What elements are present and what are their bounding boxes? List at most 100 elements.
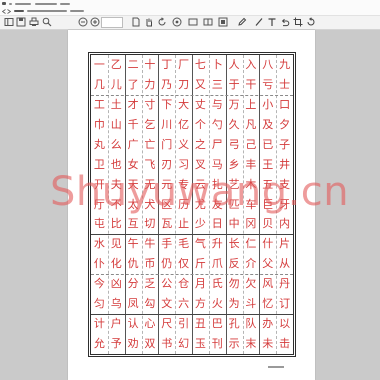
- document-viewer[interactable]: 一乙二十丁厂七卜人入八九几儿了力乃刀又三于干亏士工土才寸下大丈与万上小口巾山千乞…: [0, 30, 380, 380]
- copybook-character: 也: [110, 157, 122, 171]
- two-page-icon[interactable]: [203, 17, 213, 27]
- copybook-character: 仆: [93, 257, 105, 271]
- copybook-character: 末: [245, 337, 257, 351]
- document-tab[interactable]: [14, 10, 24, 12]
- app-menu-icon[interactable]: [2, 2, 6, 5]
- copybook-character: 元: [161, 177, 173, 191]
- rotate-icon[interactable]: [157, 17, 167, 27]
- copybook-character: 未: [262, 337, 274, 351]
- copybook-character: 二: [127, 58, 139, 71]
- copybook-character: 士: [279, 77, 291, 91]
- copybook-character: 化: [110, 257, 122, 271]
- copybook-character: 个: [194, 117, 206, 131]
- copybook-character: 仁: [245, 237, 257, 251]
- line-tool-icon[interactable]: [254, 17, 264, 27]
- copybook-character: 川: [161, 117, 173, 131]
- copybook-character: 牙: [279, 197, 291, 211]
- copybook-character: 水: [93, 237, 105, 251]
- menu-item[interactable]: [15, 3, 31, 5]
- copybook-character: 丑: [194, 317, 206, 331]
- copybook-character: 乃: [161, 77, 173, 91]
- copybook-character: 冈: [245, 217, 257, 231]
- copybook-character: 扎: [211, 177, 223, 191]
- page-footer-mark: [268, 366, 284, 368]
- copybook-character: 屯: [93, 217, 105, 231]
- document-tab-bar: [0, 7, 380, 16]
- highlight-pen-icon[interactable]: [237, 17, 247, 27]
- print-icon[interactable]: [29, 17, 39, 27]
- menu-item[interactable]: [35, 3, 57, 5]
- copybook-character: 八: [262, 58, 274, 71]
- copybook-character: 中: [228, 217, 240, 231]
- copybook-character: 力: [144, 77, 156, 91]
- zoom-level-select[interactable]: [101, 17, 123, 28]
- copybook-character: 夕: [279, 117, 291, 131]
- find-icon[interactable]: [42, 17, 52, 27]
- copybook-character: 勿: [228, 277, 240, 291]
- copybook-character: 井: [279, 157, 291, 171]
- copybook-character: 办: [262, 317, 274, 331]
- document-tab-title[interactable]: [27, 10, 67, 12]
- snapshot-icon[interactable]: [172, 17, 182, 27]
- copybook-character: 工: [93, 97, 105, 111]
- copybook-character: 亿: [178, 117, 190, 131]
- copybook-character: 口: [279, 97, 291, 111]
- copybook-character: 厅: [93, 197, 105, 211]
- copybook-character: 马: [211, 157, 223, 171]
- single-page-icon[interactable]: [188, 17, 198, 27]
- crop-icon[interactable]: [293, 17, 303, 27]
- copybook-character: 币: [144, 257, 156, 271]
- copybook-character: 了: [127, 77, 139, 91]
- copybook-character: 什: [262, 237, 274, 251]
- copybook-character: 五: [262, 177, 274, 191]
- copybook-character: 手: [161, 237, 173, 251]
- copybook-character: 巨: [262, 197, 274, 211]
- copybook-character: 土: [110, 97, 122, 111]
- copybook-character: 寸: [144, 97, 156, 111]
- copybook-character: 以: [279, 317, 291, 331]
- copybook-character: 双: [144, 337, 156, 351]
- forward-arrow-icon[interactable]: [7, 9, 11, 14]
- copybook-character: 击: [279, 337, 291, 351]
- zoom-out-icon[interactable]: [78, 17, 88, 27]
- menu-item[interactable]: [9, 3, 12, 5]
- copybook-character: 专: [178, 177, 190, 191]
- copybook-character: 予: [110, 337, 122, 351]
- menu-item[interactable]: [60, 3, 70, 5]
- sidebar-icon[interactable]: [4, 17, 14, 27]
- copybook-character: 心: [144, 317, 156, 331]
- copybook-character: 女: [127, 157, 139, 171]
- copybook-character: 习: [178, 157, 190, 171]
- copybook-character: 尤: [194, 197, 206, 211]
- copybook-character: 斗: [245, 297, 257, 311]
- document-tab[interactable]: [70, 10, 84, 12]
- copybook-character: 文: [161, 297, 173, 311]
- copybook-character: 仅: [178, 257, 190, 271]
- fit-page-icon[interactable]: [218, 17, 228, 27]
- refresh-icon[interactable]: [306, 17, 316, 27]
- hand-tool-icon[interactable]: [144, 17, 154, 27]
- copybook-character: 王: [262, 157, 274, 171]
- menu-bar: [0, 0, 380, 7]
- copybook-character: 车: [245, 197, 257, 211]
- copybook-character: 队: [245, 317, 257, 331]
- copybook-character: 内: [279, 217, 291, 231]
- save-icon[interactable]: [16, 17, 26, 27]
- copybook-character: 乏: [144, 277, 156, 291]
- copybook-character: 乙: [110, 58, 122, 71]
- copybook-character: 玉: [194, 337, 206, 351]
- copybook-character: 刃: [161, 157, 173, 171]
- copybook-character: 凡: [245, 117, 257, 131]
- text-tool-icon[interactable]: [267, 17, 277, 27]
- copybook-character: 开: [93, 177, 105, 191]
- page-view-icon[interactable]: [131, 17, 141, 27]
- copybook-character: 匀: [93, 297, 105, 311]
- copybook-character: 氏: [211, 277, 223, 291]
- back-arrow-icon[interactable]: [2, 9, 6, 14]
- zoom-in-icon[interactable]: [90, 17, 100, 27]
- pdf-page: 一乙二十丁厂七卜人入八九几儿了力乃刀又三于干亏士工土才寸下大丈与万上小口巾山千乞…: [68, 30, 315, 380]
- copybook-character: 乞: [144, 117, 156, 131]
- undo-icon[interactable]: [280, 17, 290, 27]
- copybook-character: 亡: [144, 137, 156, 151]
- copybook-character: 久: [228, 117, 240, 131]
